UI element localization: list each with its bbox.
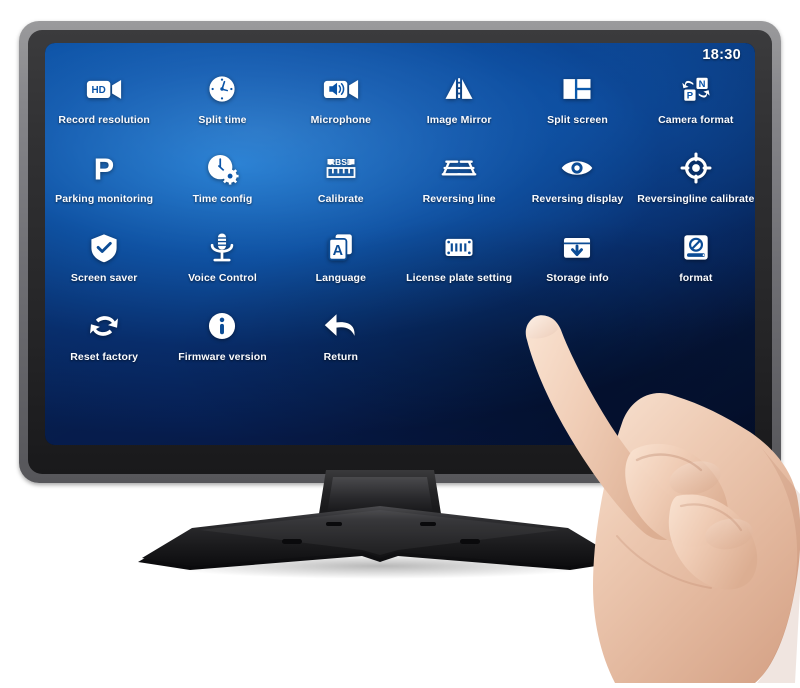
reset-refresh-icon [84, 308, 124, 344]
svg-text:A: A [332, 243, 343, 259]
menu-item-label: format [679, 272, 713, 284]
status-bar: 18:30 [702, 46, 741, 64]
menu-item-label: Voice Control [188, 272, 257, 284]
language-a-icon: A [321, 229, 361, 265]
parking-p-icon: P [84, 150, 124, 186]
menu-item-license-plate-setting[interactable]: License plate setting [400, 225, 518, 304]
camera-format-np-icon: NP [676, 71, 716, 107]
info-circle-icon [202, 308, 242, 344]
menu-item-reversingline-calibrate[interactable]: Reversingline calibrate [637, 146, 755, 225]
menu-item-label: Time config [192, 193, 253, 205]
rbsd-ruler-icon: RBSD [321, 150, 361, 186]
crosshair-target-icon [676, 150, 716, 186]
image-mirror-icon [439, 71, 479, 107]
menu-item-parking-monitoring[interactable]: P Parking monitoring [45, 146, 163, 225]
menu-item-label: Screen saver [70, 272, 138, 284]
menu-item-time-config[interactable]: Time config [163, 146, 281, 225]
mic-camcorder-icon [321, 71, 361, 107]
clock-label: 18:30 [702, 47, 741, 63]
microphone-icon [202, 229, 242, 265]
menu-item-label: Return [323, 351, 359, 363]
svg-text:P: P [687, 91, 693, 102]
clock-gear-icon [202, 150, 242, 186]
disk-forbidden-icon [676, 229, 716, 265]
screen-display[interactable]: 18:30 HD Record resolution Split time Micro… [45, 43, 755, 445]
svg-text:N: N [698, 79, 705, 90]
ring-finger [668, 494, 758, 590]
menu-item-label: Reversing display [531, 193, 624, 205]
menu-item-label: Calibrate [317, 193, 364, 205]
knuckle-highlight-2 [705, 518, 753, 550]
menu-item-format[interactable]: format [637, 225, 755, 304]
menu-item-label: Split screen [547, 114, 608, 126]
finger-crease-2 [679, 503, 743, 532]
monitor-device: 18:30 HD Record resolution Split time Micro… [19, 21, 781, 483]
screen-frame: 18:30 HD Record resolution Split time Micro… [45, 43, 755, 445]
menu-item-storage-info[interactable]: Storage info [518, 225, 636, 304]
menu-item-label: License plate setting [406, 272, 513, 284]
license-plate-icon [439, 229, 479, 265]
menu-item-reversing-line[interactable]: Reversing line [400, 146, 518, 225]
menu-item-return[interactable]: Return [282, 304, 400, 383]
split-screen-icon [557, 71, 597, 107]
menu-item-label: Camera format [658, 114, 734, 126]
svg-text:HD: HD [92, 85, 106, 96]
svg-text:RBSD: RBSD [329, 157, 353, 167]
svg-text:P: P [94, 153, 114, 186]
menu-item-reversing-display[interactable]: Reversing display [518, 146, 636, 225]
menu-item-label: Microphone [310, 114, 372, 126]
menu-item-split-screen[interactable]: Split screen [518, 67, 636, 146]
hd-camcorder-icon: HD [84, 71, 124, 107]
menu-item-label: Image Mirror [426, 114, 492, 126]
menu-item-label: Split time [198, 114, 247, 126]
shield-check-icon [84, 229, 124, 265]
palm-crease [616, 535, 712, 589]
reversing-line-icon [439, 150, 479, 186]
stand-screw-slot-left [282, 539, 302, 544]
monitor-stand [130, 470, 630, 580]
menu-item-label: Parking monitoring [55, 193, 154, 205]
clock-icon [202, 71, 242, 107]
menu-item-label: Record resolution [58, 114, 150, 126]
menu-item-language[interactable]: A Language [282, 225, 400, 304]
menu-item-label: Storage info [546, 272, 609, 284]
menu-item-camera-format[interactable]: N P Camera format [637, 67, 755, 146]
stand-screw-slot-right [460, 539, 480, 544]
menu-item-voice-control[interactable]: Voice Control [163, 225, 281, 304]
menu-item-split-time[interactable]: Split time [163, 67, 281, 146]
eye-icon [557, 150, 597, 186]
menu-item-label: Reversing line [422, 193, 496, 205]
menu-item-label: Reset factory [70, 351, 139, 363]
menu-item-calibrate[interactable]: RBSD Calibrate [282, 146, 400, 225]
menu-item-screen-saver[interactable]: Screen saver [45, 225, 163, 304]
stand-screw-slot-right-inner [420, 522, 436, 526]
menu-item-image-mirror[interactable]: Image Mirror [400, 67, 518, 146]
menu-item-reset-factory[interactable]: Reset factory [45, 304, 163, 383]
settings-menu-grid: HD Record resolution Split time Microphone I… [45, 67, 755, 445]
menu-item-record-resolution[interactable]: HD Record resolution [45, 67, 163, 146]
menu-item-microphone[interactable]: Microphone [282, 67, 400, 146]
menu-item-firmware-version[interactable]: Firmware version [163, 304, 281, 383]
menu-item-label: Firmware version [178, 351, 267, 363]
menu-item-label: Language [315, 272, 367, 284]
back-arrow-icon [321, 308, 361, 344]
storage-download-icon [557, 229, 597, 265]
stand-screw-slot-left-inner [326, 522, 342, 526]
menu-item-label: Reversingline calibrate [637, 193, 755, 205]
